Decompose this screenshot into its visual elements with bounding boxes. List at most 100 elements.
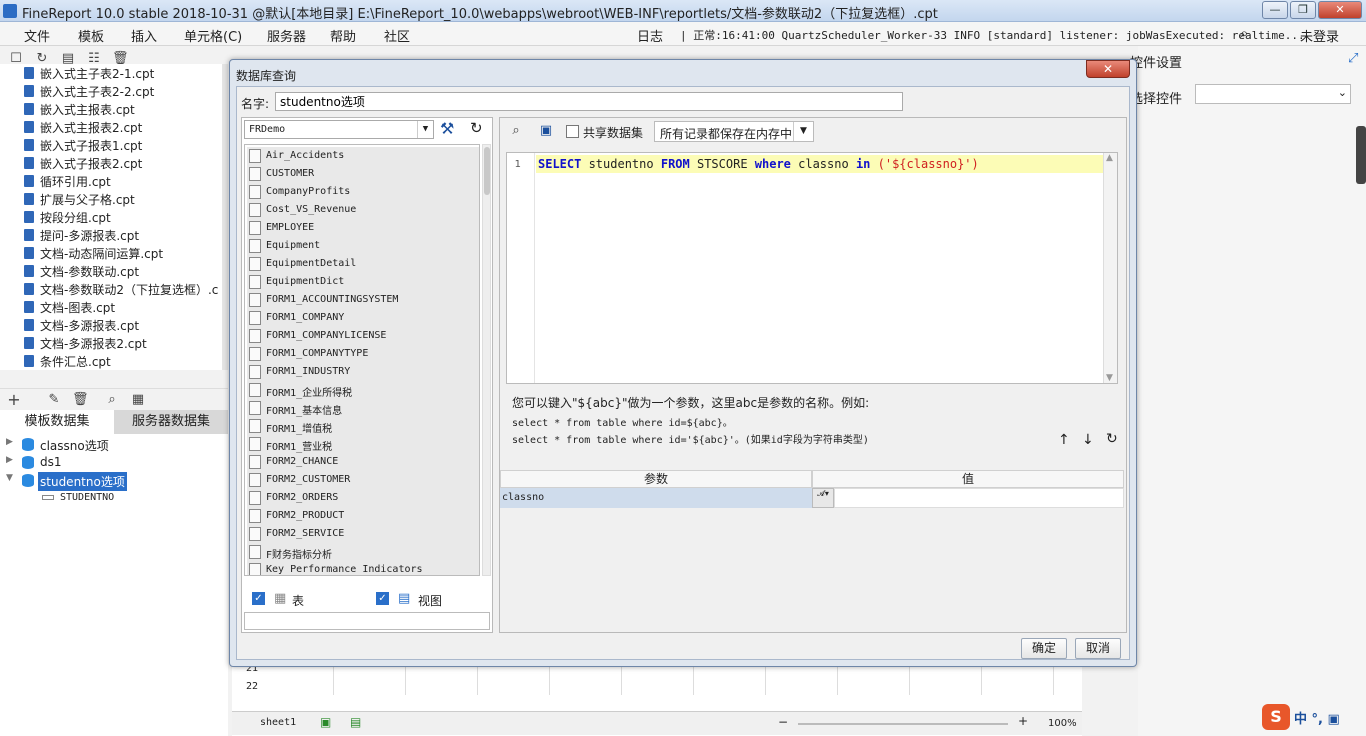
- table-item[interactable]: EquipmentDetail: [247, 255, 479, 273]
- menu-file[interactable]: 文件: [24, 26, 50, 45]
- view-checkbox[interactable]: ✓: [376, 592, 389, 605]
- dataset-name-input[interactable]: [275, 92, 903, 111]
- table-icon: [249, 185, 261, 199]
- value-type-icon[interactable]: 𝓐▾: [812, 488, 834, 508]
- zoom-in-icon[interactable]: +: [1018, 714, 1028, 728]
- preview-icon[interactable]: ⌕: [104, 392, 120, 408]
- scroll-thumb[interactable]: [484, 147, 490, 195]
- menu-server[interactable]: 服务器: [267, 26, 306, 45]
- file-icon: [24, 337, 34, 349]
- maximize-button[interactable]: ❐: [1290, 1, 1316, 19]
- zoom-slider[interactable]: [798, 723, 1008, 725]
- expand-panel-icon[interactable]: ⤢: [1348, 51, 1358, 66]
- sql-line[interactable]: SELECT studentno FROM STSCORE where clas…: [536, 155, 1112, 173]
- table-item[interactable]: FORM2_CUSTOMER: [247, 471, 479, 489]
- table-item[interactable]: FORM1_基本信息: [247, 399, 479, 417]
- log-label[interactable]: 日志: [637, 26, 663, 45]
- table-item[interactable]: FORM1_INDUSTRY: [247, 363, 479, 381]
- search-icon[interactable]: ⌕: [1240, 24, 1248, 42]
- add-form-sheet-icon[interactable]: ▤: [350, 715, 361, 729]
- param-value-input[interactable]: [834, 488, 1124, 508]
- add-sheet-icon[interactable]: ▣: [320, 715, 331, 729]
- table-row[interactable]: classno 𝓐▾: [500, 488, 1126, 508]
- table-item[interactable]: FORM1_增值税: [247, 417, 479, 435]
- table-item[interactable]: CUSTOMER: [247, 165, 479, 183]
- refresh-icon[interactable]: ↻: [470, 119, 483, 137]
- table-item[interactable]: Key Performance Indicators: [247, 561, 479, 575]
- dialog-body: 名字: FRDemo ▼ ⚒ ↻ Air_Accidents CUSTOMER …: [236, 86, 1130, 660]
- tree-item-selected[interactable]: ▼ studentno选项: [6, 472, 127, 491]
- table-item[interactable]: FORM1_营业税: [247, 435, 479, 453]
- login-link[interactable]: 未登录: [1300, 26, 1339, 45]
- file-icon: [24, 85, 34, 97]
- tab-template-dataset[interactable]: 模板数据集: [0, 410, 114, 434]
- file-icon: [24, 265, 34, 277]
- table-item[interactable]: FORM2_ORDERS: [247, 489, 479, 507]
- edit-icon[interactable]: ✎: [46, 392, 62, 408]
- scroll-down-icon[interactable]: ▼: [1106, 373, 1113, 383]
- table-item[interactable]: FORM2_CHANCE: [247, 453, 479, 471]
- sql-editor[interactable]: 1 SELECT studentno FROM STSCORE where cl…: [506, 152, 1118, 384]
- ok-button[interactable]: 确定: [1021, 638, 1067, 659]
- table-label: FORM2_CHANCE: [266, 456, 339, 467]
- save-icon[interactable]: ▣: [538, 123, 554, 139]
- menu-insert[interactable]: 插入: [131, 26, 157, 45]
- refresh-params-icon[interactable]: ↻: [1106, 431, 1118, 447]
- table-item[interactable]: Equipment: [247, 237, 479, 255]
- zoom-out-icon[interactable]: −: [778, 715, 788, 729]
- connection-settings-icon[interactable]: ⚒: [440, 119, 454, 138]
- table-item[interactable]: F财务指标分析: [247, 543, 479, 561]
- table-item[interactable]: Air_Accidents: [247, 147, 479, 165]
- file-list-scrollbar[interactable]: [222, 64, 228, 370]
- table-item[interactable]: FORM1_COMPANY: [247, 309, 479, 327]
- sheet-bar: sheet1 ▣ ▤ − + 100%: [232, 711, 1082, 735]
- file-label: 文档-多源报表.cpt: [40, 319, 140, 333]
- dialog-close-button[interactable]: ✕: [1086, 60, 1130, 78]
- add-dataset-icon[interactable]: +: [6, 392, 22, 408]
- table-checkbox[interactable]: ✓: [252, 592, 265, 605]
- preview-icon[interactable]: ⌕: [508, 123, 524, 139]
- delete-dataset-icon[interactable]: 🗑: [72, 392, 89, 408]
- table-item[interactable]: EquipmentDict: [247, 273, 479, 291]
- menu-template[interactable]: 模板: [78, 26, 104, 45]
- close-window-button[interactable]: ✕: [1318, 1, 1362, 19]
- tab-server-dataset[interactable]: 服务器数据集: [114, 410, 228, 434]
- table-item[interactable]: FORM1_COMPANYLICENSE: [247, 327, 479, 345]
- table-item[interactable]: FORM2_PRODUCT: [247, 507, 479, 525]
- menu-help[interactable]: 帮助: [330, 26, 356, 45]
- table-icon: [249, 221, 261, 235]
- cancel-button[interactable]: 取消: [1075, 638, 1121, 659]
- table-item[interactable]: FORM1_企业所得税: [247, 381, 479, 399]
- move-down-icon[interactable]: ↓: [1082, 432, 1094, 448]
- table-item[interactable]: CompanyProfits: [247, 183, 479, 201]
- table-list-scrollbar[interactable]: [482, 144, 491, 576]
- scroll-up-icon[interactable]: ▲: [1106, 153, 1113, 163]
- widget-type-select[interactable]: ⌄: [1195, 84, 1351, 104]
- menu-community[interactable]: 社区: [384, 26, 410, 45]
- move-up-icon[interactable]: ↑: [1058, 432, 1070, 448]
- table-item[interactable]: FORM1_ACCOUNTINGSYSTEM: [247, 291, 479, 309]
- view-type-icon: ▤: [398, 591, 411, 606]
- table-filter-input[interactable]: [244, 612, 490, 630]
- file-label: 嵌入式子报表1.cpt: [40, 139, 143, 153]
- sheet-tab[interactable]: sheet1: [260, 717, 296, 728]
- table-item[interactable]: FORM2_SERVICE: [247, 525, 479, 543]
- table-item[interactable]: EMPLOYEE: [247, 219, 479, 237]
- file-label: 文档-多源报表2.cpt: [40, 337, 147, 351]
- ime-mode-indicator[interactable]: 中 °, ▣: [1294, 708, 1340, 727]
- data-icon[interactable]: ▦: [130, 392, 146, 408]
- memory-mode-select[interactable]: 所有记录都保存在内存中 ▼: [654, 121, 814, 142]
- editor-scrollbar[interactable]: ▲ ▼: [1103, 153, 1117, 383]
- menu-cell[interactable]: 单元格(C): [184, 26, 242, 45]
- ime-logo-icon[interactable]: S: [1262, 704, 1290, 730]
- connection-select[interactable]: FRDemo ▼: [244, 120, 434, 139]
- file-label: 嵌入式主报表2.cpt: [40, 121, 143, 135]
- expand-icon[interactable]: ▶: [6, 437, 13, 447]
- minimize-button[interactable]: —: [1262, 1, 1288, 19]
- share-dataset-checkbox[interactable]: [566, 125, 579, 138]
- collapse-icon[interactable]: ▼: [6, 473, 13, 483]
- expand-icon[interactable]: ▶: [6, 455, 13, 465]
- table-item[interactable]: FORM1_COMPANYTYPE: [247, 345, 479, 363]
- table-icon: [249, 203, 261, 217]
- table-item[interactable]: Cost_VS_Revenue: [247, 201, 479, 219]
